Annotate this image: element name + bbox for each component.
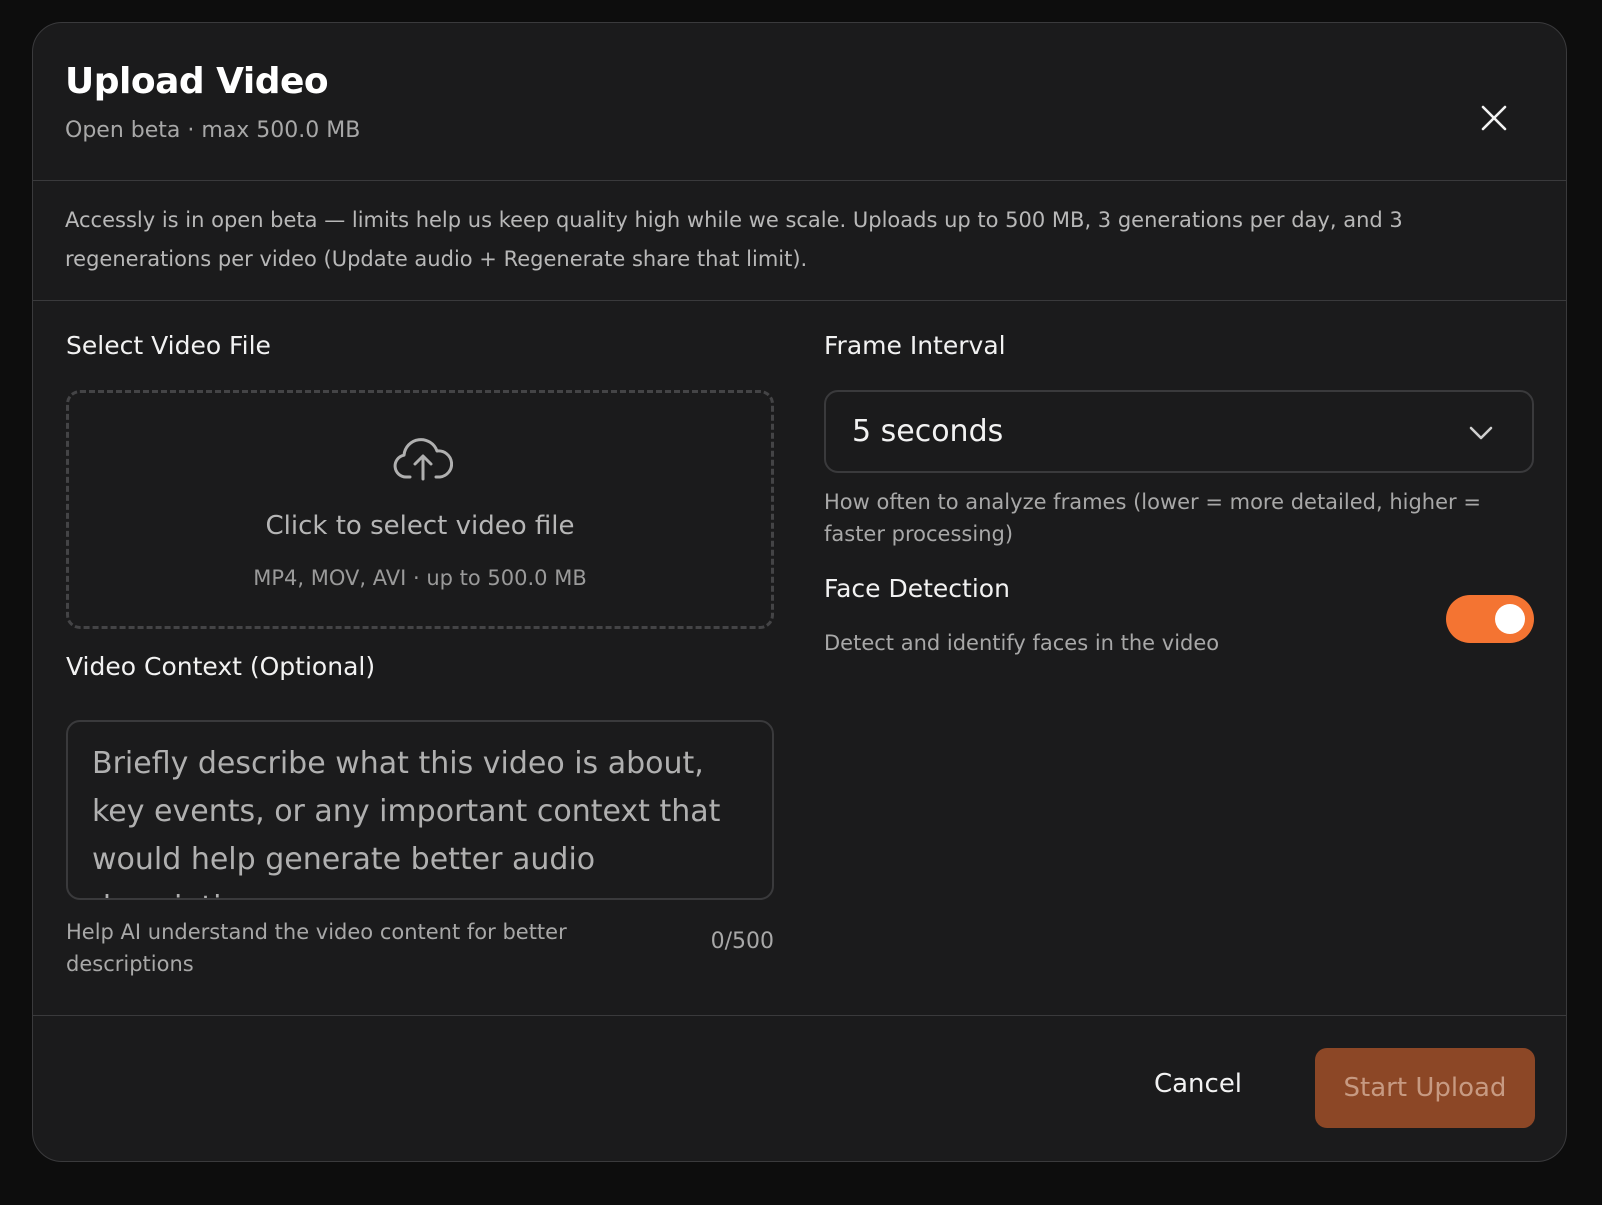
frame-interval-label: Frame Interval xyxy=(824,331,1006,360)
frame-interval-select[interactable]: 5 seconds xyxy=(824,390,1534,473)
cloud-upload-icon xyxy=(393,438,453,481)
beta-notice-text: Accessly is in open beta — limits help u… xyxy=(65,208,1403,271)
start-upload-button[interactable]: Start Upload xyxy=(1315,1048,1535,1128)
dialog-header: Upload Video Open beta · max 500.0 MB xyxy=(33,23,1566,181)
dialog-subtitle: Open beta · max 500.0 MB xyxy=(65,118,361,143)
video-context-hint: Help AI understand the video content for… xyxy=(66,920,567,976)
toggle-knob xyxy=(1495,604,1525,634)
close-button[interactable] xyxy=(1477,101,1511,135)
frame-interval-help: How often to analyze frames (lower = mor… xyxy=(824,490,1481,546)
face-detection-toggle[interactable] xyxy=(1446,595,1534,643)
video-context-label: Video Context (Optional) xyxy=(66,652,376,681)
video-context-textarea[interactable] xyxy=(66,720,774,900)
face-detection-label: Face Detection xyxy=(824,574,1010,603)
character-counter: 0/500 xyxy=(710,929,774,954)
cancel-button[interactable]: Cancel xyxy=(1138,1059,1258,1109)
face-detection-description: Detect and identify faces in the video xyxy=(824,631,1220,655)
frame-interval-value: 5 seconds xyxy=(852,414,1004,449)
dropzone-formats: MP4, MOV, AVI · up to 500.0 MB xyxy=(253,566,587,590)
upload-video-dialog: Upload Video Open beta · max 500.0 MB Ac… xyxy=(32,22,1567,1162)
close-icon xyxy=(1481,105,1507,131)
beta-notice: Accessly is in open beta — limits help u… xyxy=(33,181,1566,301)
select-file-label: Select Video File xyxy=(66,331,271,360)
dialog-footer: Cancel Start Upload xyxy=(33,1015,1566,1161)
chevron-down-icon xyxy=(1469,426,1493,440)
dropzone-title: Click to select video file xyxy=(265,511,575,541)
dialog-title: Upload Video xyxy=(65,61,329,102)
video-file-dropzone[interactable]: Click to select video file MP4, MOV, AVI… xyxy=(66,390,774,629)
